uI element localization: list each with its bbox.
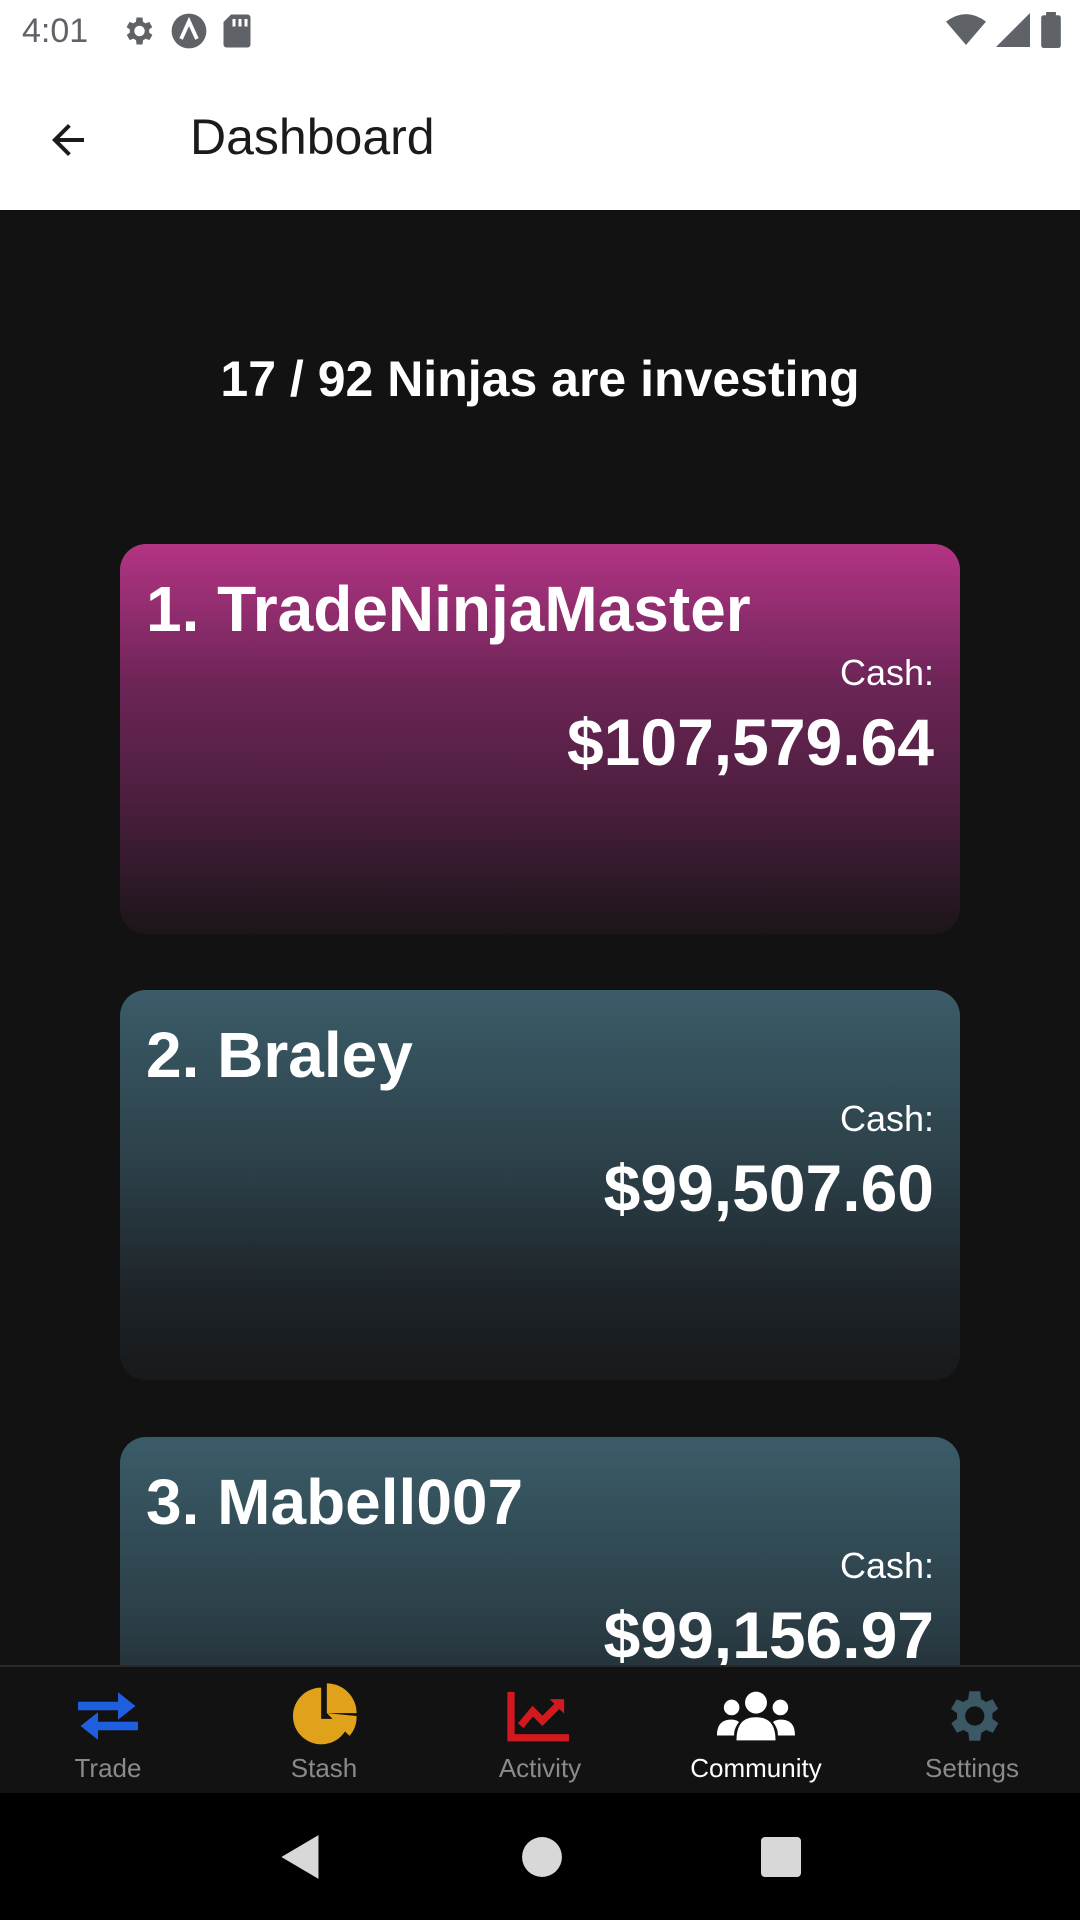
app-bar: Dashboard	[0, 64, 1080, 210]
battery-icon	[1041, 12, 1061, 48]
status-time: 4:01	[22, 12, 89, 50]
people-icon	[717, 1691, 795, 1741]
status-bar: 4:01	[0, 0, 1080, 64]
nav-item-community[interactable]: Community	[648, 1667, 864, 1793]
a-circle-status-icon	[171, 13, 207, 49]
cell-signal-icon	[996, 13, 1030, 47]
card-cash-label: Cash:	[839, 1545, 934, 1586]
back-button[interactable]	[30, 102, 106, 178]
leaderboard-card-1[interactable]: 1. TradeNinjaMaster Cash: $107,579.64	[120, 544, 960, 934]
card-rank-name: 3. Mabell007	[146, 1466, 524, 1538]
nav-label: Activity	[498, 1753, 582, 1783]
arrow-back-icon	[52, 124, 84, 156]
card-rank-name: 2. Braley	[146, 1019, 413, 1091]
swap-arrows-icon	[78, 1692, 138, 1740]
settings-status-icon	[126, 17, 153, 45]
system-home-icon[interactable]	[521, 1836, 563, 1878]
status-notification-icons	[120, 12, 252, 50]
nav-item-stash[interactable]: Stash	[216, 1667, 432, 1793]
card-cash-label: Cash:	[839, 652, 934, 693]
system-recents-icon[interactable]	[761, 1836, 801, 1877]
investing-count-headline: 17 / 92 Ninjas are investing	[220, 351, 860, 407]
line-chart-icon	[507, 1691, 569, 1742]
dashboard-content[interactable]: 17 / 92 Ninjas are investing 1. TradeNin…	[0, 210, 1080, 1665]
nav-item-settings[interactable]: Settings	[864, 1667, 1080, 1793]
system-back-icon[interactable]	[279, 1833, 323, 1881]
card-cash-value: $99,156.97	[603, 1598, 934, 1665]
page-title: Dashboard	[190, 109, 435, 165]
nav-label: Trade	[74, 1753, 142, 1783]
bottom-navigation: Trade Stash Activity Community Settings	[0, 1665, 1080, 1793]
pie-chart-icon	[292, 1683, 357, 1745]
nav-label: Stash	[290, 1753, 358, 1783]
status-system-icons	[946, 12, 1062, 48]
card-cash-label: Cash:	[839, 1098, 934, 1139]
leaderboard-card-3[interactable]: 3. Mabell007 Cash: $99,156.97	[120, 1437, 960, 1665]
leaderboard-card-2[interactable]: 2. Braley Cash: $99,507.60	[120, 990, 960, 1380]
card-rank-name: 1. TradeNinjaMaster	[146, 573, 751, 645]
card-cash-value: $99,507.60	[603, 1151, 934, 1225]
nav-item-activity[interactable]: Activity	[432, 1667, 648, 1793]
nav-label: Settings	[925, 1753, 1019, 1783]
nav-label: Community	[690, 1753, 822, 1783]
sd-card-status-icon	[223, 14, 251, 48]
system-navigation-bar	[0, 1793, 1080, 1920]
card-cash-value: $107,579.64	[566, 705, 934, 779]
gear-icon	[951, 1691, 999, 1741]
wifi-icon	[946, 14, 986, 45]
nav-item-trade[interactable]: Trade	[0, 1667, 216, 1793]
